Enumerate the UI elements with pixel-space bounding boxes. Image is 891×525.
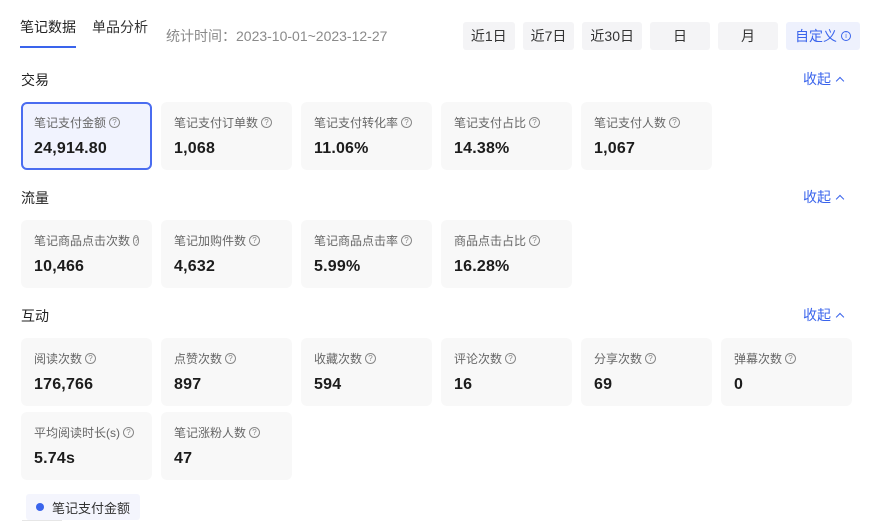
metric-value: 5.74s (34, 450, 76, 467)
range-custom-button[interactable]: 自定义 i (786, 22, 860, 50)
section-title-interaction: 互动 (21, 308, 49, 324)
chart-axis-line (22, 520, 62, 525)
metric-card-shares[interactable]: 分享次数? 69 (581, 338, 712, 406)
collapse-interaction-button[interactable]: 收起 (803, 305, 845, 325)
metric-label: 笔记商品点击率 (314, 234, 399, 248)
metric-label: 平均阅读时长(s) (34, 426, 120, 440)
help-icon[interactable]: ? (85, 353, 97, 364)
metric-value: 1,068 (174, 140, 216, 157)
metric-value: 4,632 (174, 258, 216, 275)
metric-card-avg-read-time[interactable]: 平均阅读时长(s)? 5.74s (21, 412, 152, 480)
metric-value: 24,914.80 (34, 140, 107, 157)
metric-label: 阅读次数 (34, 352, 83, 366)
metric-label: 笔记商品点击次数 (34, 234, 131, 248)
metric-card-product-click-share[interactable]: 商品点击占比? 16.28% (441, 220, 572, 288)
range-last-30-days-button[interactable]: 近30日 (582, 22, 642, 50)
help-icon[interactable]: ? (505, 353, 517, 364)
metric-label: 商品点击占比 (454, 234, 527, 248)
help-icon[interactable]: ? (133, 235, 140, 246)
tab-product-analysis[interactable]: 单品分析 (92, 18, 148, 48)
metric-value: 0 (734, 376, 744, 393)
range-last-7-days-button[interactable]: 近7日 (522, 22, 575, 50)
metric-card-note-pay-amount[interactable]: 笔记支付金额? 24,914.80 (21, 102, 152, 170)
metric-label: 收藏次数 (314, 352, 363, 366)
metric-value: 594 (314, 376, 342, 393)
chart-legend-item[interactable]: 笔记支付金额 (26, 494, 141, 520)
help-icon[interactable]: ? (529, 117, 541, 128)
chevron-up-icon (835, 76, 845, 86)
metric-label: 分享次数 (594, 352, 643, 366)
metric-value: 69 (594, 376, 613, 393)
help-icon[interactable]: ? (529, 235, 541, 246)
help-icon[interactable]: ? (785, 353, 797, 364)
metric-card-add-to-cart[interactable]: 笔记加购件数? 4,632 (161, 220, 292, 288)
help-icon[interactable]: ? (109, 117, 121, 128)
help-icon[interactable]: ? (365, 353, 377, 364)
tab-bar: 笔记数据 单品分析 (20, 18, 148, 48)
collapse-label: 收起 (803, 71, 831, 87)
metric-card-comments[interactable]: 评论次数? 16 (441, 338, 572, 406)
metric-label: 笔记支付订单数 (174, 116, 259, 130)
metric-label: 评论次数 (454, 352, 503, 366)
chevron-up-icon (835, 194, 845, 204)
collapse-traffic-button[interactable]: 收起 (803, 187, 845, 207)
help-icon[interactable]: ? (225, 353, 237, 364)
metric-value: 10,466 (34, 258, 85, 275)
metric-value: 47 (174, 450, 193, 467)
help-icon[interactable]: ? (645, 353, 657, 364)
legend-label: 笔记支付金额 (52, 500, 131, 516)
metric-value: 16 (454, 376, 473, 393)
metric-card-danmaku[interactable]: 弹幕次数? 0 (721, 338, 852, 406)
help-icon[interactable]: ? (261, 117, 273, 128)
legend-dot-icon (36, 503, 44, 511)
metric-card-product-ctr[interactable]: 笔记商品点击率? 5.99% (301, 220, 432, 288)
metric-value: 11.06% (314, 140, 369, 157)
section-title-trade: 交易 (21, 72, 49, 88)
range-day-button[interactable]: 日 (650, 22, 710, 50)
metric-value: 5.99% (314, 258, 361, 275)
stat-time-range: 统计时间：2023-10-01~2023-12-27 (166, 28, 388, 44)
metric-card-likes[interactable]: 点赞次数? 897 (161, 338, 292, 406)
metric-label: 笔记支付转化率 (314, 116, 399, 130)
range-month-button[interactable]: 月 (718, 22, 778, 50)
metric-label: 笔记支付占比 (454, 116, 527, 130)
info-icon: i (841, 31, 851, 41)
help-icon[interactable]: ? (669, 117, 681, 128)
metric-value: 897 (174, 376, 202, 393)
metric-card-note-pay-conversion[interactable]: 笔记支付转化率? 11.06% (301, 102, 432, 170)
metric-value: 16.28% (454, 258, 510, 275)
metric-label: 笔记涨粉人数 (174, 426, 247, 440)
metric-value: 1,067 (594, 140, 636, 157)
metric-card-favorites[interactable]: 收藏次数? 594 (301, 338, 432, 406)
metric-card-reads[interactable]: 阅读次数? 176,766 (21, 338, 152, 406)
metric-label: 笔记加购件数 (174, 234, 247, 248)
metric-card-product-clicks[interactable]: 笔记商品点击次数? 10,466 (21, 220, 152, 288)
metric-card-note-pay-orders[interactable]: 笔记支付订单数? 1,068 (161, 102, 292, 170)
date-range-group: 近1日 近7日 近30日 日 月 自定义 i (462, 22, 860, 50)
help-icon[interactable]: ? (401, 235, 413, 246)
metric-value: 14.38% (454, 140, 510, 157)
help-icon[interactable]: ? (249, 427, 261, 438)
help-icon[interactable]: ? (249, 235, 261, 246)
metric-card-new-followers[interactable]: 笔记涨粉人数? 47 (161, 412, 292, 480)
metric-card-note-pay-share[interactable]: 笔记支付占比? 14.38% (441, 102, 572, 170)
metric-label: 笔记支付金额 (34, 116, 107, 130)
collapse-label: 收起 (803, 189, 831, 205)
section-title-traffic: 流量 (21, 190, 49, 206)
metric-label: 笔记支付人数 (594, 116, 667, 130)
range-custom-label: 自定义 (795, 28, 837, 44)
help-icon[interactable]: ? (401, 117, 413, 128)
metric-label: 弹幕次数 (734, 352, 783, 366)
collapse-trade-button[interactable]: 收起 (803, 69, 845, 89)
tab-note-data[interactable]: 笔记数据 (20, 18, 76, 48)
range-last-1-day-button[interactable]: 近1日 (462, 22, 515, 50)
help-icon[interactable]: ? (123, 427, 134, 438)
metric-label: 点赞次数 (174, 352, 223, 366)
chevron-up-icon (835, 312, 845, 322)
metric-card-note-pay-users[interactable]: 笔记支付人数? 1,067 (581, 102, 712, 170)
metric-value: 176,766 (34, 376, 94, 393)
collapse-label: 收起 (803, 307, 831, 323)
